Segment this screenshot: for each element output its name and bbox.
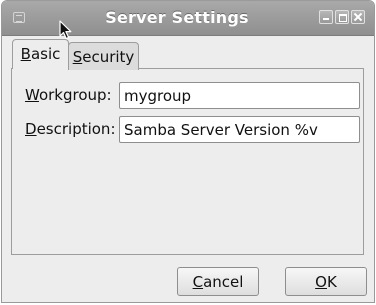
description-label-accel: D bbox=[25, 120, 37, 138]
description-label: Description: bbox=[25, 120, 116, 138]
maximize-icon[interactable] bbox=[335, 10, 349, 24]
tab-basic-label: asic bbox=[30, 45, 61, 63]
tab-security-accel: S bbox=[72, 48, 83, 66]
ok-button[interactable]: OK bbox=[285, 267, 367, 296]
cancel-button[interactable]: Cancel bbox=[177, 267, 259, 296]
tab-basic-accel: B bbox=[20, 45, 31, 63]
workgroup-label-accel: W bbox=[25, 86, 39, 104]
window-title: Server Settings bbox=[105, 8, 249, 27]
cancel-button-accel: C bbox=[192, 273, 204, 291]
mouse-pointer-icon bbox=[59, 20, 72, 40]
description-label-text: escription: bbox=[36, 120, 116, 138]
workgroup-label-text: orkgroup: bbox=[38, 86, 112, 104]
cancel-button-label: ancel bbox=[203, 273, 244, 291]
ok-button-accel: O bbox=[315, 273, 327, 291]
tab-security-label: ecurity bbox=[82, 48, 135, 66]
tab-basic[interactable]: Basic bbox=[12, 39, 69, 69]
tab-security[interactable]: Security bbox=[68, 42, 139, 70]
close-icon[interactable] bbox=[351, 10, 365, 24]
description-field[interactable]: Samba Server Version %v bbox=[119, 116, 360, 143]
workgroup-label: Workgroup: bbox=[25, 86, 112, 104]
title-bar[interactable]: Server Settings bbox=[2, 1, 374, 36]
ok-button-label: K bbox=[326, 273, 337, 291]
minimize-icon[interactable] bbox=[319, 10, 333, 24]
workgroup-field[interactable]: mygroup bbox=[119, 82, 360, 109]
